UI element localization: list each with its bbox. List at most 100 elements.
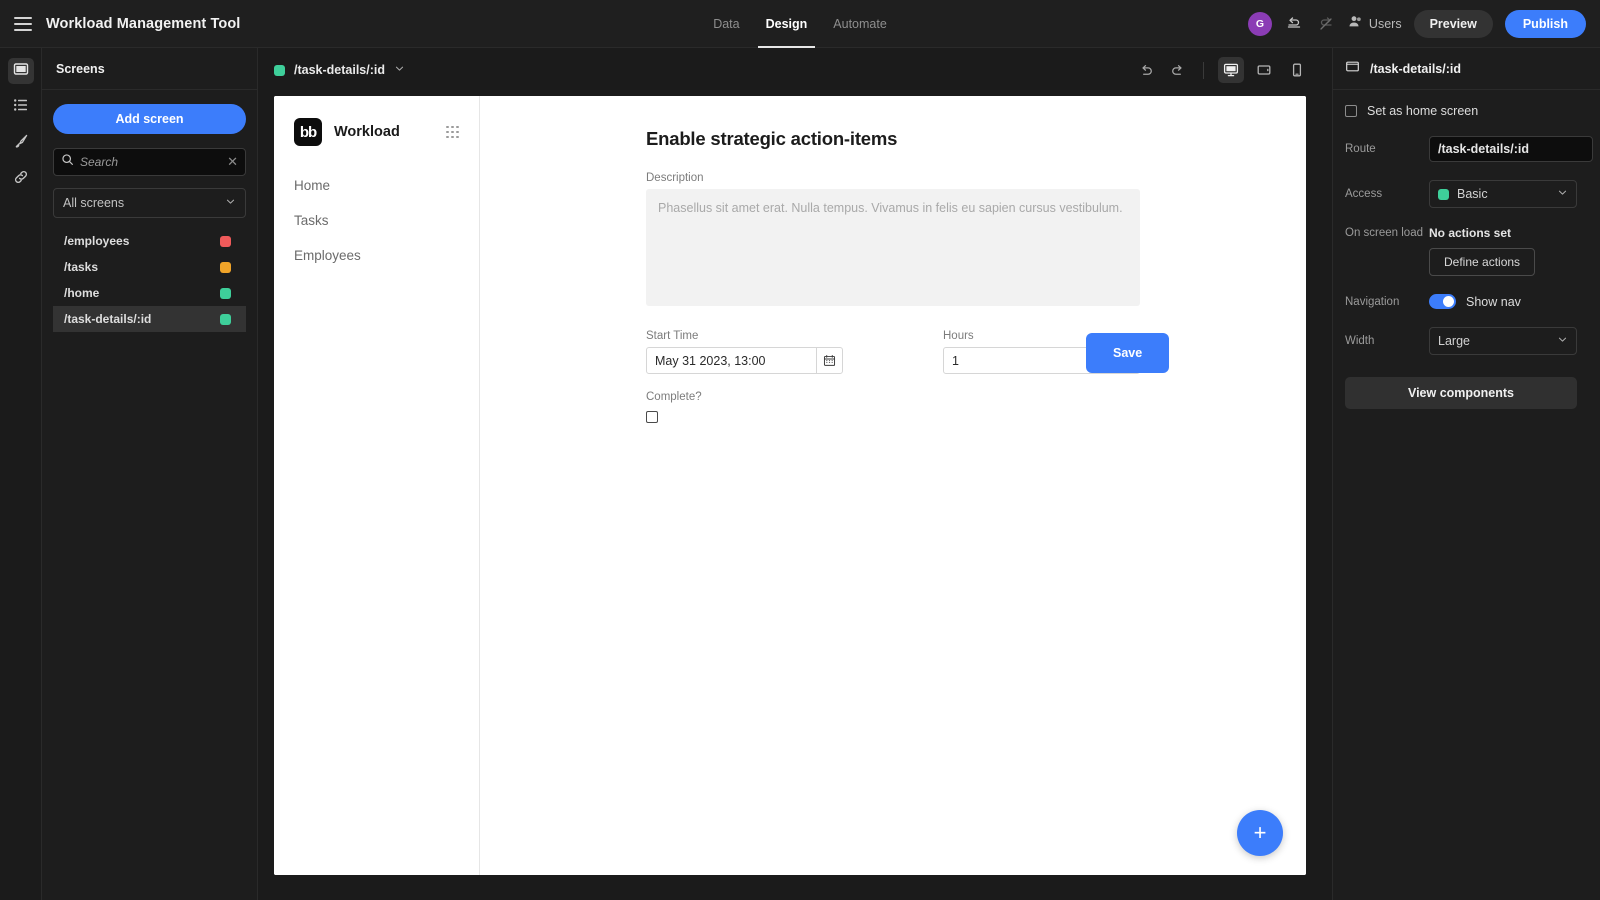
screen-list-item-selected[interactable]: /task-details/:id <box>53 306 246 332</box>
screen-settings-title: /task-details/:id <box>1370 61 1461 76</box>
canvas-route-label: /task-details/:id <box>294 63 385 77</box>
screen-color-dot <box>220 287 231 299</box>
navigation-row: Navigation Show nav <box>1345 294 1600 309</box>
search-icon <box>61 153 74 171</box>
start-time-input[interactable]: May 31 2023, 13:00 <box>646 347 843 374</box>
chevron-down-icon <box>1557 187 1568 201</box>
screen-list-item[interactable]: /employees <box>53 228 246 254</box>
define-actions-button[interactable]: Define actions <box>1429 248 1536 276</box>
complete-checkbox[interactable] <box>646 411 658 423</box>
nav-link-home[interactable]: Home <box>294 178 459 193</box>
screen-filter-value: All screens <box>63 196 125 210</box>
app-logo: bb <box>294 118 322 146</box>
screens-icon <box>13 61 29 82</box>
tab-data[interactable]: Data <box>713 0 739 48</box>
complete-label: Complete? <box>646 391 702 403</box>
screen-settings-panel: /task-details/:id Set as home screen Rou… <box>1332 48 1600 900</box>
screen-filter-select[interactable]: All screens <box>53 188 246 218</box>
tab-automate[interactable]: Automate <box>833 0 887 48</box>
users-icon <box>1348 14 1363 34</box>
publish-button[interactable]: Publish <box>1504 10 1586 38</box>
task-form: Enable strategic action-items Descriptio… <box>646 128 1140 423</box>
navigation-label: Navigation <box>1345 295 1400 308</box>
undo-icon[interactable] <box>1284 14 1304 34</box>
rail-item-components[interactable] <box>8 94 34 120</box>
show-nav-label: Show nav <box>1466 294 1521 309</box>
complete-field: Complete? <box>646 391 1140 423</box>
set-home-screen-row[interactable]: Set as home screen <box>1345 104 1600 118</box>
top-bar: Workload Management Tool Data Design Aut… <box>0 0 1600 48</box>
app-name: Workload <box>334 124 400 140</box>
canvas-route-selector[interactable]: /task-details/:id <box>274 63 405 77</box>
screen-icon <box>1345 59 1360 79</box>
view-components-button[interactable]: View components <box>1345 377 1577 409</box>
access-color-dot <box>1438 188 1449 200</box>
screen-settings-body: Set as home screen Route Access Basic <box>1333 90 1600 355</box>
canvas-redo-icon[interactable] <box>1165 58 1189 82</box>
chevron-down-icon <box>1557 334 1568 348</box>
tab-design[interactable]: Design <box>757 0 815 48</box>
start-time-field: Start Time May 31 2023, 13:00 <box>646 330 843 374</box>
mobile-icon[interactable] <box>1284 57 1310 83</box>
app-nav: bb Workload Home Tasks Employees <box>274 96 480 875</box>
width-select[interactable]: Large <box>1429 327 1577 355</box>
users-button[interactable]: Users <box>1348 14 1402 34</box>
description-label: Description <box>646 172 704 184</box>
rail-item-theme[interactable] <box>8 130 34 156</box>
search-input[interactable]: Search ✕ <box>53 148 246 176</box>
app-body: Enable strategic action-items Descriptio… <box>480 96 1306 875</box>
width-label: Width <box>1345 335 1375 347</box>
width-value: Large <box>1438 334 1470 348</box>
route-label: Route <box>1345 143 1376 155</box>
screen-route-label: /tasks <box>64 260 99 274</box>
preview-button[interactable]: Preview <box>1413 10 1493 38</box>
access-select[interactable]: Basic <box>1429 180 1577 208</box>
rail-item-screens[interactable] <box>7 58 34 84</box>
desktop-icon[interactable] <box>1218 57 1244 83</box>
add-screen-button[interactable]: Add screen <box>53 104 246 134</box>
screen-settings-header: /task-details/:id <box>1333 48 1600 90</box>
width-row: Width Large <box>1345 327 1600 355</box>
screen-color-dot <box>220 261 231 273</box>
save-button-wrap: Save <box>1086 333 1170 373</box>
form-title: Enable strategic action-items <box>646 128 898 149</box>
route-input[interactable] <box>1429 136 1593 162</box>
users-label: Users <box>1368 17 1402 31</box>
screen-route-label: /employees <box>64 234 130 248</box>
canvas-tools <box>1134 57 1310 83</box>
screen-list: /employees /tasks /home /task-details/:i… <box>53 228 246 332</box>
start-time-label: Start Time <box>646 330 699 342</box>
screens-panel-header: Screens <box>42 48 257 90</box>
nav-link-employees[interactable]: Employees <box>294 248 459 263</box>
redo-disabled-icon[interactable] <box>1316 14 1336 34</box>
access-row: Access Basic <box>1345 180 1600 208</box>
chevron-down-icon <box>225 196 236 210</box>
save-button[interactable]: Save <box>1086 333 1170 373</box>
show-nav-toggle[interactable] <box>1429 294 1456 309</box>
rail-item-navigation[interactable] <box>8 166 34 192</box>
tablet-icon[interactable] <box>1251 57 1277 83</box>
grid-dots-icon[interactable] <box>446 125 459 139</box>
calendar-icon[interactable] <box>816 348 842 373</box>
set-home-screen-checkbox[interactable] <box>1345 105 1357 117</box>
screens-panel: Screens Add screen Search ✕ All screens … <box>42 48 258 900</box>
plus-icon: + <box>1253 820 1267 845</box>
screen-route-label: /task-details/:id <box>64 312 152 326</box>
list-icon <box>13 97 29 118</box>
on-screen-load-value: No actions set <box>1429 226 1512 240</box>
screens-title: Screens <box>56 61 105 76</box>
app-nav-links: Home Tasks Employees <box>294 178 459 263</box>
on-screen-load-row: On screen load No actions set <box>1345 226 1600 240</box>
chevron-down-icon <box>394 63 405 77</box>
screen-list-item[interactable]: /home <box>53 280 246 306</box>
description-input[interactable] <box>646 189 1140 306</box>
app-nav-header: bb Workload <box>294 118 459 146</box>
theme-brush-icon <box>13 133 29 154</box>
canvas-undo-icon[interactable] <box>1134 58 1158 82</box>
screen-list-item[interactable]: /tasks <box>53 254 246 280</box>
add-component-fab[interactable]: + <box>1237 810 1283 856</box>
start-time-value: May 31 2023, 13:00 <box>655 353 766 368</box>
avatar[interactable]: G <box>1247 12 1272 36</box>
nav-link-tasks[interactable]: Tasks <box>294 213 459 228</box>
clear-icon[interactable]: ✕ <box>227 154 238 170</box>
